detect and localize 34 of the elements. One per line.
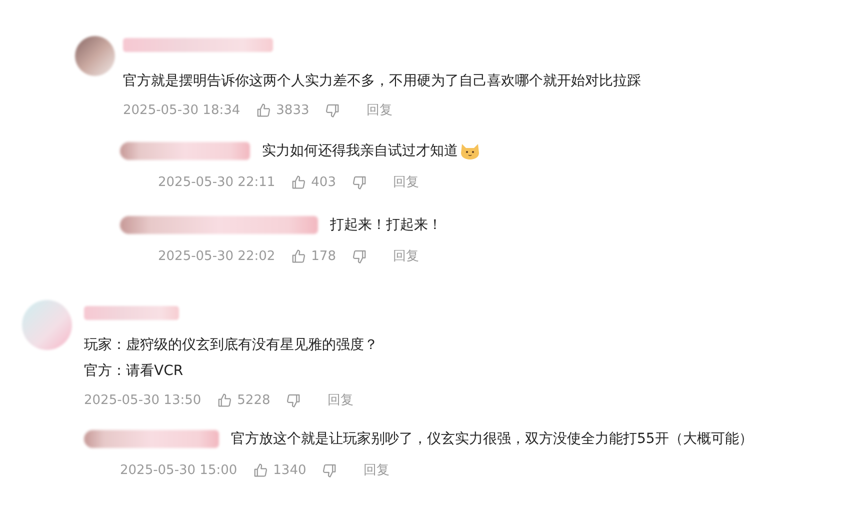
comment-time: 2025-05-30 22:02	[158, 248, 276, 264]
thumbs-down-icon[interactable]	[325, 102, 340, 118]
like-count: 403	[311, 174, 336, 190]
comment-time: 2025-05-30 18:34	[123, 102, 240, 118]
reply-link[interactable]: 回复	[392, 247, 419, 265]
thumbs-down-icon[interactable]	[352, 174, 367, 190]
thumbs-down-icon[interactable]	[286, 392, 302, 408]
like-count: 178	[311, 248, 336, 264]
reply-link[interactable]: 回复	[392, 173, 419, 191]
thumbs-up-icon[interactable]	[217, 392, 232, 408]
reply-text: 官方放这个就是让玩家别吵了，仪玄实力很强，双方没使全力能打55开（大概可能）	[231, 430, 753, 448]
reply-text: 打起来！打起来！	[330, 216, 442, 234]
thumbs-down-icon[interactable]	[322, 462, 338, 478]
thumbs-up-icon[interactable]	[291, 248, 306, 264]
comment-time: 2025-05-30 15:00	[120, 462, 238, 478]
thumbs-up-icon[interactable]	[291, 174, 306, 190]
like-count: 5228	[237, 392, 270, 408]
reply-text: 实力如何还得我亲自试过才知道	[262, 142, 480, 160]
like-count: 3833	[276, 102, 310, 118]
reply-link[interactable]: 回复	[363, 461, 390, 479]
cat-face-icon	[460, 142, 480, 160]
avatar	[22, 300, 72, 350]
reply-link[interactable]: 回复	[366, 101, 392, 119]
like-count: 1340	[273, 462, 306, 478]
comment-time: 2025-05-30 22:11	[158, 174, 276, 190]
reply-link[interactable]: 回复	[327, 391, 354, 409]
comment-text: 官方：请看VCR	[84, 362, 184, 381]
thumbs-up-icon[interactable]	[256, 102, 272, 118]
avatar	[75, 36, 115, 76]
comment-time: 2025-05-30 13:50	[84, 392, 202, 408]
thumbs-down-icon[interactable]	[352, 248, 367, 264]
comment-text: 官方就是摆明告诉你这两个人实力差不多，不用硬为了自己喜欢哪个就开始对比拉踩	[123, 72, 641, 91]
thumbs-up-icon[interactable]	[253, 462, 268, 478]
comment-text: 玩家：虚狩级的仪玄到底有没有星见雅的强度？	[84, 336, 379, 355]
